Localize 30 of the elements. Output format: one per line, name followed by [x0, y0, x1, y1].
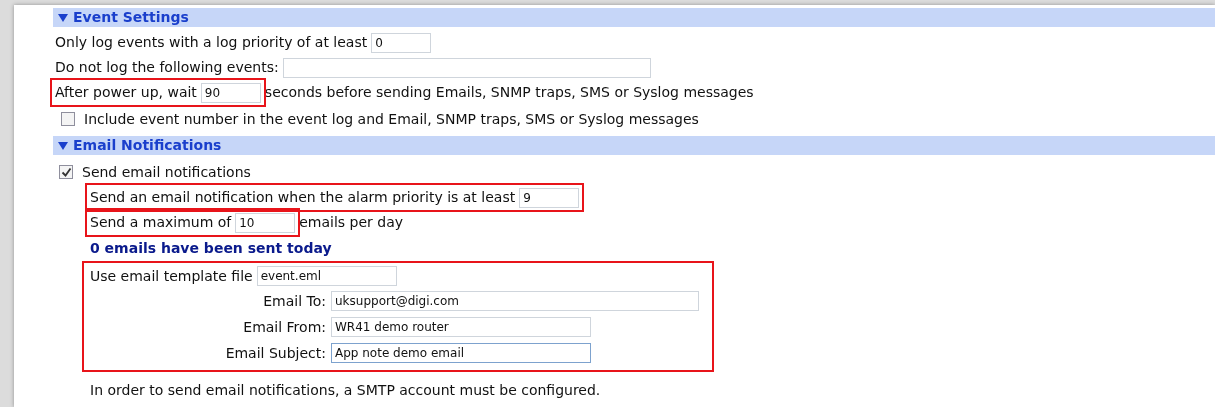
caret-down-icon	[58, 141, 68, 150]
text-field[interactable]: event.eml	[256, 266, 397, 286]
text-field[interactable]: WR41 demo router	[331, 317, 591, 337]
caret-down-icon	[58, 13, 68, 22]
text-field[interactable]	[282, 57, 651, 78]
field-label: Do not log the following events:	[55, 58, 279, 77]
text-field[interactable]: 10	[235, 212, 296, 233]
field-suffix: seconds before sending Emails, SNMP traps, SMS or Syslog messages	[264, 83, 754, 102]
field-label: Only log events with a log priority of at least	[55, 33, 368, 52]
text-field[interactable]: uksupport@digi.com	[331, 291, 699, 311]
section-header[interactable]: Email Notifications	[53, 136, 1215, 155]
checkbox-label: Send email notifications	[82, 162, 251, 182]
field-label: Send an email notification when the alarm priority is at least	[90, 188, 516, 207]
section-header[interactable]: Event Settings	[53, 8, 1215, 27]
text-field[interactable]: App note demo email	[331, 343, 591, 363]
checkbox-label: Include event number in the event log and Email, SNMP traps, SMS or Syslog messages	[84, 109, 699, 129]
field-label: Email From:	[242, 318, 326, 337]
text-field[interactable]: 0	[371, 32, 432, 53]
status-message: 0 emails have been sent today	[90, 239, 333, 258]
checkbox[interactable]	[61, 112, 75, 126]
note-text: In order to send email notifications, a SMTP account must be configured.	[90, 381, 602, 400]
field-label: Email Subject:	[224, 344, 326, 363]
text-field[interactable]: 9	[519, 187, 580, 208]
field-label: Email To:	[262, 292, 326, 311]
text-field[interactable]: 90	[200, 82, 261, 103]
field-label: Send a maximum of	[90, 213, 232, 232]
field-label: After power up, wait	[55, 83, 197, 102]
field-label: Use email template file	[90, 266, 253, 286]
checkbox[interactable]	[59, 165, 73, 179]
field-suffix: emails per day	[299, 213, 404, 232]
